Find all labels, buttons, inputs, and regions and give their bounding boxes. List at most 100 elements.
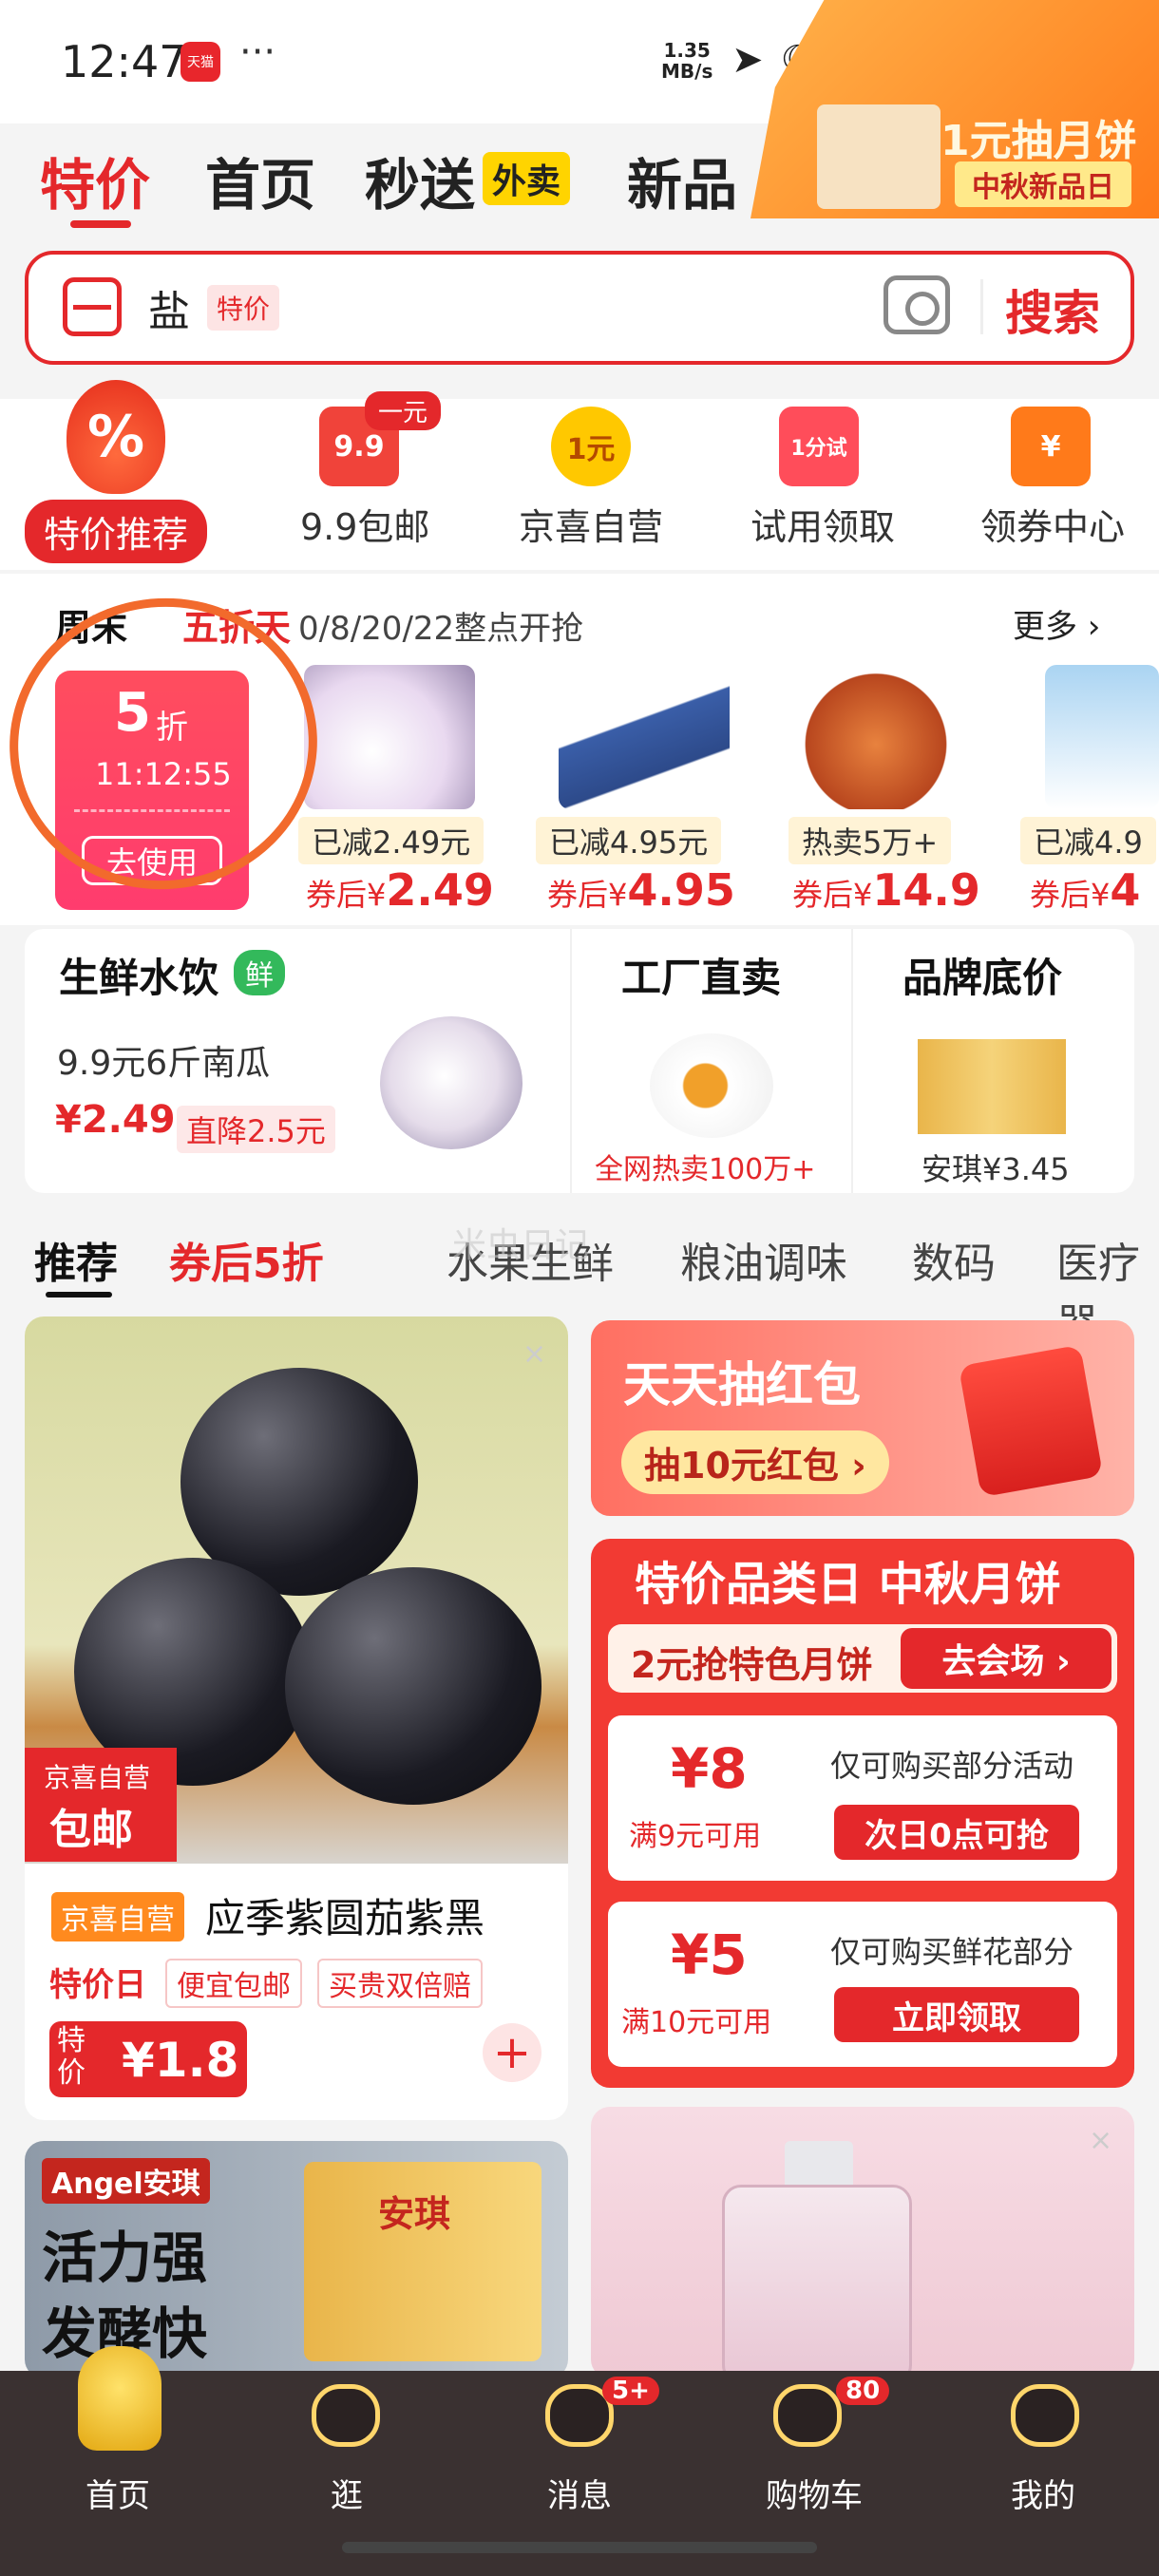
claim-now-button[interactable]: 立即领取 [834, 1987, 1079, 2042]
tab-instant[interactable]: 秒送 [365, 141, 475, 220]
camera-icon[interactable] [884, 275, 950, 334]
category-label-coupons[interactable]: 领券中心 [980, 498, 1125, 550]
product-tag: 热卖5万+ [788, 817, 952, 864]
tab-new[interactable]: 新品 [627, 141, 737, 220]
active-tab-indicator [70, 220, 131, 228]
more-link[interactable]: 更多 › [1013, 600, 1100, 647]
profile-icon[interactable] [1011, 2384, 1079, 2447]
price-value: 14.9 [872, 864, 980, 916]
close-icon[interactable]: × [1089, 2124, 1112, 2157]
feed-tab-half-price[interactable]: 券后5折 [169, 1229, 324, 1290]
fresh-desc[interactable]: 9.9元6斤南瓜 [57, 1035, 270, 1085]
product-tag: 已减2.49元 [298, 817, 484, 864]
tab-home[interactable]: 首页 [205, 141, 315, 220]
promo-title: 1元抽月饼 [940, 117, 1137, 165]
coin-badge-icon[interactable]: 1元 [551, 407, 631, 486]
product-price: 券后¥14.9 [792, 864, 980, 916]
promo-subtitle: 中秋新品日 [955, 161, 1131, 207]
mooncake-image [817, 104, 940, 209]
go-venue-button[interactable]: 去会场 › [901, 1628, 1112, 1689]
scan-icon[interactable] [63, 277, 122, 336]
nav-message-label[interactable]: 消息 [547, 2470, 612, 2516]
ribbon-line2: 包邮 [49, 1806, 133, 1854]
category-label-jingxi[interactable]: 京喜自营 [519, 498, 663, 550]
price-guarantee-tag: 买贵双倍赔 [317, 1959, 483, 2008]
search-query-tag: 特价 [207, 285, 280, 331]
feed-tab-digital[interactable]: 数码 [912, 1229, 996, 1290]
salted-egg-image[interactable] [650, 1033, 773, 1138]
tab-deals[interactable]: 特价 [40, 141, 150, 220]
search-bar[interactable] [25, 251, 1134, 365]
price-value: 2.49 [386, 864, 494, 916]
factory-sub: 全网热卖100万+ [595, 1153, 816, 1186]
draw-red-packet-button[interactable]: 抽10元红包 › [621, 1430, 889, 1494]
trial-gift-icon[interactable]: 1分试 [779, 407, 859, 486]
brand-title[interactable]: 品牌底价 [902, 946, 1062, 1004]
message-badge: 5+ [602, 2377, 659, 2405]
fresh-badge: 鲜 [234, 950, 285, 995]
flame-percent-icon: % [66, 380, 165, 494]
feed-tab-indicator [46, 1292, 112, 1297]
watermark: 米虫日记 [452, 1226, 590, 1265]
takeout-badge: 外卖 [483, 152, 571, 205]
category-label-9-9[interactable]: 9.9包邮 [300, 498, 429, 550]
product-title[interactable]: 应季紫圆茄紫黑 [205, 1886, 484, 1944]
coupon-condition: 满9元可用 [629, 1820, 762, 1853]
location-icon: ➤ [732, 38, 764, 82]
browse-icon[interactable] [312, 2384, 380, 2447]
nav-browse-label[interactable]: 逛 [331, 2470, 363, 2516]
ribbon-line1: 京喜自营 [44, 1762, 151, 1793]
hot-deals-label[interactable]: 特价推荐 [25, 500, 208, 563]
feed-tab-recommend[interactable]: 推荐 [34, 1229, 118, 1290]
nav-cart-label[interactable]: 购物车 [766, 2470, 863, 2516]
price-prefix: 券后¥ [306, 877, 387, 913]
close-icon[interactable]: × [522, 1337, 546, 1371]
price-label: 特价 [57, 2024, 86, 2090]
angel-logo: Angel安琪 [42, 2158, 210, 2204]
eggplant-shape [285, 1567, 542, 1805]
price-prefix: 券后¥ [1030, 877, 1111, 913]
home-indicator[interactable] [342, 2542, 817, 2553]
price-value: 4 [1110, 864, 1141, 916]
perfume-bottle-image [722, 2185, 912, 2384]
broom-product-image[interactable] [559, 665, 730, 809]
home-mascot-icon[interactable] [78, 2346, 162, 2451]
coupon-amount: ¥5 [671, 1923, 748, 1987]
coupon-condition: 满10元可用 [621, 2006, 772, 2039]
garlic-product-image[interactable] [304, 665, 475, 809]
product-price: 券后¥2.49 [306, 864, 494, 916]
factory-title[interactable]: 工厂直卖 [621, 946, 781, 1004]
tmall-badge-icon: 天猫 [180, 42, 220, 82]
coupon-yuan-icon[interactable]: ¥ [1011, 407, 1091, 486]
add-to-cart-button[interactable]: + [483, 2023, 542, 2082]
fresh-price: ¥2.49 [55, 1098, 176, 1142]
status-time: 12:47 [61, 36, 187, 87]
garlic-bowl-image[interactable] [380, 1016, 522, 1149]
coupon-amount: ¥8 [671, 1736, 748, 1801]
nav-profile-label[interactable]: 我的 [1011, 2470, 1075, 2516]
sausage-product-image[interactable] [790, 665, 961, 809]
search-input[interactable]: 盐 [148, 277, 190, 338]
network-speed: 1.35 MB/s [661, 39, 713, 83]
nav-home-label[interactable]: 首页 [86, 2470, 150, 2516]
search-button[interactable]: 搜索 [1005, 275, 1100, 344]
more-dots-icon: ··· [239, 30, 276, 74]
price-prefix: 券后¥ [792, 877, 873, 913]
yeast-slogan-1: 活力强 [42, 2226, 208, 2290]
feed-tab-grain[interactable]: 粮油调味 [680, 1229, 847, 1290]
price-value: 4.95 [627, 864, 735, 916]
red-envelope-icon [958, 1344, 1104, 1498]
cheap-shipping-tag: 便宜包邮 [165, 1959, 302, 2008]
brand-sub: 安琪¥3.45 [922, 1151, 1070, 1187]
divider [851, 929, 853, 1193]
yeast-packs-image[interactable] [918, 1039, 1066, 1134]
fresh-title[interactable]: 生鲜水饮 [59, 946, 218, 1004]
coconut-product-image[interactable] [1045, 665, 1159, 809]
coupon-desc: 仅可购买部分活动 [830, 1748, 1074, 1784]
cart-icon[interactable] [773, 2384, 842, 2447]
red-packet-title: 天天抽红包 [623, 1357, 861, 1412]
grab-tomorrow-button[interactable]: 次日0点可抢 [834, 1805, 1079, 1860]
category-label-trial[interactable]: 试用领取 [750, 498, 895, 550]
seller-tag: 京喜自营 [51, 1892, 184, 1941]
product-price: 券后¥4.95 [547, 864, 735, 916]
